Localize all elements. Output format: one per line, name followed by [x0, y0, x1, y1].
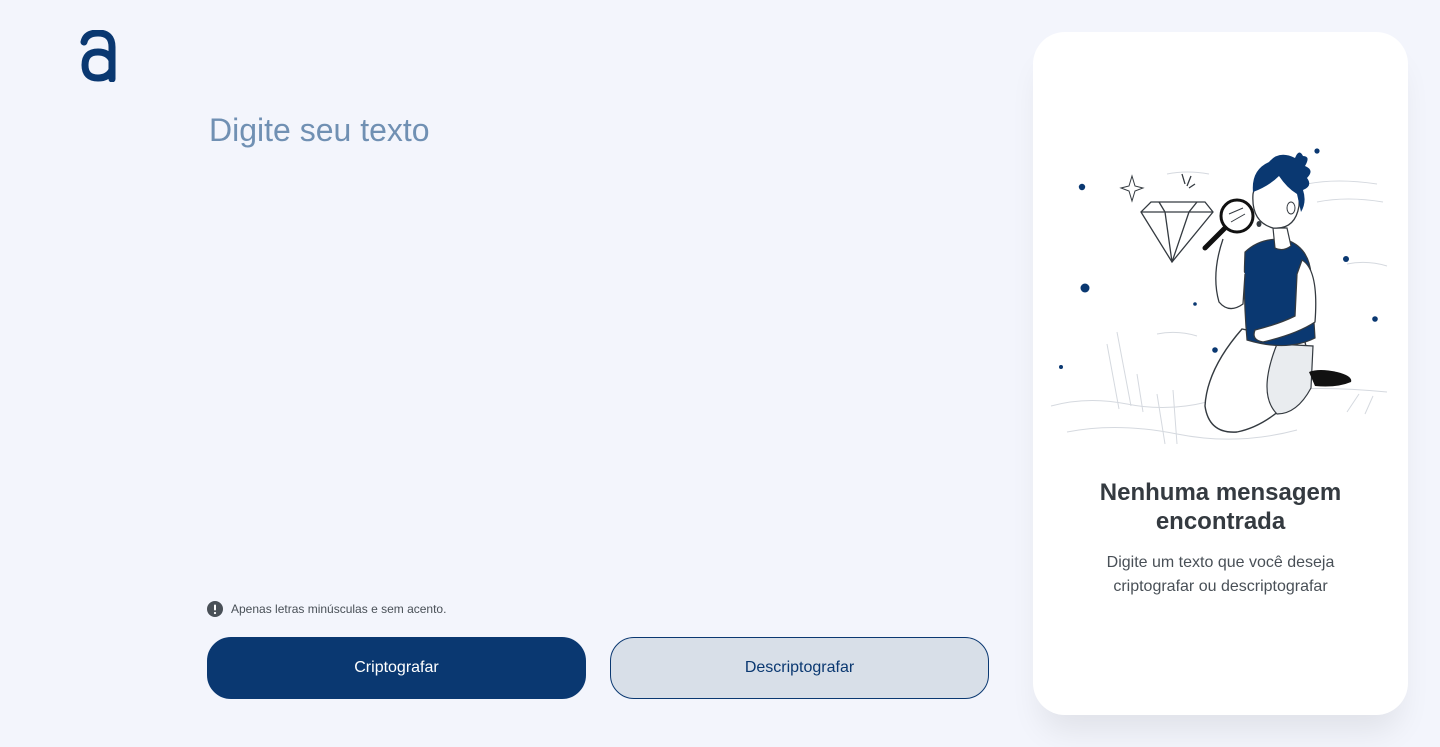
- encrypt-button[interactable]: Criptografar: [207, 637, 586, 699]
- hint-text: Apenas letras minúsculas e sem acento.: [231, 602, 447, 616]
- boy-with-magnifying-glass-illustration: [1050, 148, 1388, 445]
- panel-message: Digite um texto que você deseja criptogr…: [1106, 554, 1335, 595]
- output-panel: Nenhuma mensagem encontrada Digite um te…: [1033, 32, 1408, 715]
- exclamation-circle-icon: [207, 601, 223, 617]
- text-input[interactable]: [209, 112, 989, 572]
- page: Apenas letras minúsculas e sem acento. C…: [0, 0, 1440, 747]
- decrypt-button[interactable]: Descriptografar: [610, 637, 989, 699]
- panel-title: Nenhuma mensagem encontrada: [1099, 479, 1342, 535]
- input-hint: Apenas letras minúsculas e sem acento.: [207, 601, 446, 617]
- alura-logo-icon[interactable]: [78, 30, 118, 82]
